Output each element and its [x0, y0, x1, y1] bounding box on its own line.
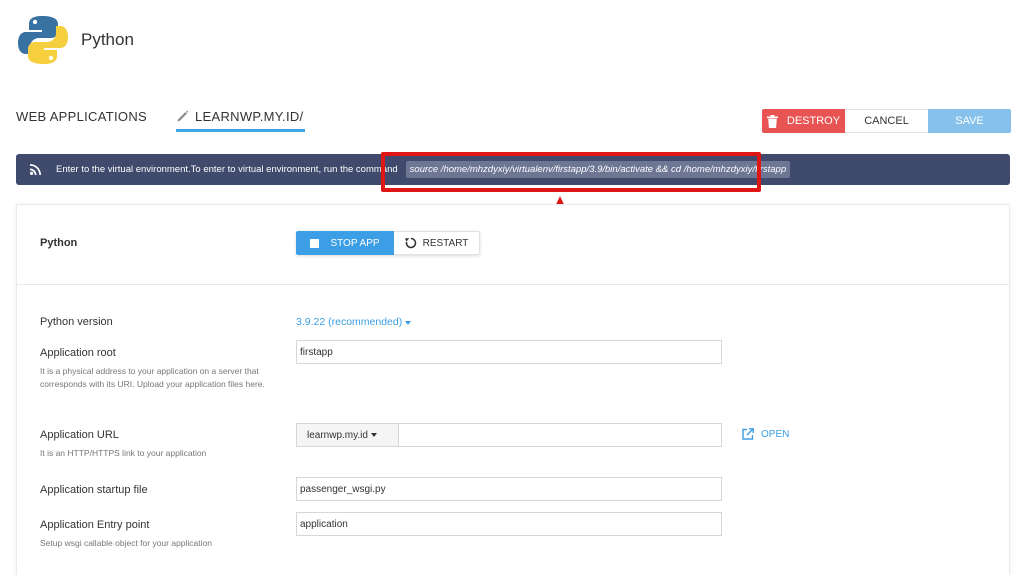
- stop-app-button[interactable]: STOP APP: [296, 231, 394, 255]
- breadcrumb-current-app[interactable]: LEARNWP.MY.ID/: [175, 106, 306, 132]
- open-label: OPEN: [761, 428, 790, 440]
- cancel-button[interactable]: CANCEL: [845, 109, 928, 133]
- banner-command[interactable]: source /home/mhzdyxiy/virtualenv/firstap…: [405, 161, 791, 178]
- pencil-icon: [177, 110, 189, 122]
- startup-file-input[interactable]: passenger_wsgi.py: [296, 477, 722, 501]
- app-url-path-input[interactable]: [399, 423, 722, 447]
- restart-button[interactable]: RESTART: [394, 231, 480, 255]
- save-button[interactable]: SAVE: [928, 109, 1011, 133]
- stop-app-label: STOP APP: [330, 237, 380, 249]
- entry-point-label: Application Entry point: [40, 519, 150, 531]
- app-url-field-group: learnwp.my.id: [296, 423, 722, 447]
- open-url-link[interactable]: OPEN: [742, 428, 789, 440]
- app-root-input[interactable]: firstapp: [296, 340, 722, 364]
- breadcrumb-current-label: LEARNWP.MY.ID/: [194, 109, 304, 124]
- action-buttons: DESTROY CANCEL SAVE: [762, 109, 1011, 133]
- caret-down-icon: [370, 433, 377, 437]
- python-version-label: Python version: [40, 316, 113, 328]
- trash-icon: [766, 114, 778, 128]
- app-control-group: STOP APP RESTART: [296, 231, 480, 255]
- startup-file-label: Application startup file: [40, 484, 148, 496]
- stop-icon: [310, 238, 320, 248]
- entry-point-hint: Setup wsgi callable object for your appl…: [40, 538, 212, 548]
- app-control-section: Python STOP APP RESTART: [17, 205, 1009, 285]
- restart-icon: [404, 237, 416, 249]
- app-url-label: Application URL: [40, 429, 119, 441]
- app-settings-card: Python STOP APP RESTART Python version 3…: [16, 204, 1010, 575]
- restart-label: RESTART: [422, 237, 469, 249]
- breadcrumb-web-applications[interactable]: WEB APPLICATIONS: [16, 106, 147, 124]
- breadcrumb: WEB APPLICATIONS LEARNWP.MY.ID/: [16, 106, 306, 136]
- rss-icon: [30, 164, 41, 175]
- app-root-hint: It is a physical address to your applica…: [40, 366, 265, 389]
- app-url-domain-value: learnwp.my.id: [307, 429, 368, 441]
- app-url-domain-select[interactable]: learnwp.my.id: [296, 423, 399, 447]
- app-root-label: Application root: [40, 347, 116, 359]
- python-version-select[interactable]: 3.9.22 (recommended): [296, 316, 412, 328]
- page-title: Python: [81, 30, 134, 49]
- virtualenv-banner: Enter to the virtual environment.To ente…: [16, 154, 1010, 185]
- caret-down-icon: [405, 320, 412, 325]
- banner-message: Enter to the virtual environment.To ente…: [56, 164, 398, 175]
- app-header: Python: [0, 0, 1024, 80]
- entry-point-input[interactable]: application: [296, 512, 722, 536]
- destroy-label: DESTROY: [786, 115, 841, 127]
- app-url-hint: It is an HTTP/HTTPS link to your applica…: [40, 448, 207, 458]
- external-link-icon: [742, 428, 754, 440]
- section-title: Python: [40, 237, 78, 249]
- python-logo-icon: [18, 16, 68, 64]
- python-version-value: 3.9.22 (recommended): [296, 316, 403, 328]
- destroy-button[interactable]: DESTROY: [762, 109, 845, 133]
